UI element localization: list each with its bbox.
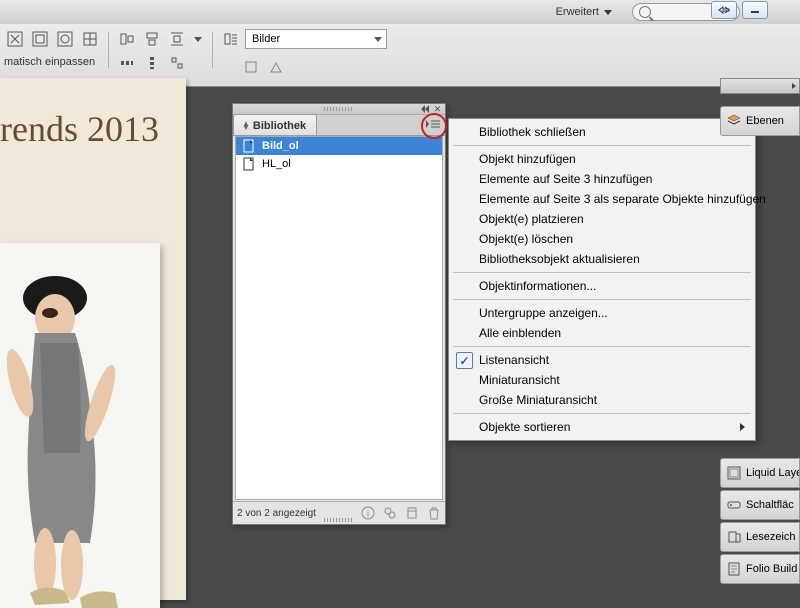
page-icon: [242, 139, 256, 153]
extra-button-2[interactable]: [265, 56, 287, 78]
align-button-1[interactable]: [116, 28, 138, 50]
align-button-3[interactable]: [166, 28, 188, 50]
align-button-2[interactable]: [141, 28, 163, 50]
page-icon: [242, 157, 256, 171]
dock-label: Liquid Laye: [746, 467, 800, 479]
svg-text:i: i: [367, 509, 369, 519]
menu-item[interactable]: Bibliotheksobjekt aktualisieren: [451, 249, 753, 269]
collapse-panel-icon[interactable]: [420, 105, 431, 114]
minimize-window-button[interactable]: [742, 1, 768, 19]
menu-item[interactable]: Elemente auf Seite 3 hinzufügen: [451, 169, 753, 189]
dock-label: Folio Build: [746, 563, 797, 575]
combo-value: Bilder: [252, 33, 280, 45]
sort-arrows-icon: ▲▼: [242, 122, 250, 130]
menu-separator: [453, 413, 751, 414]
tab-label: Bibliothek: [253, 120, 306, 132]
extra-button-1[interactable]: [240, 56, 262, 78]
workspace-label: Erweitert: [556, 6, 599, 18]
document-page[interactable]: rends 2013: [0, 78, 186, 600]
resize-grip-icon[interactable]: [324, 518, 354, 522]
filter-icon[interactable]: [383, 506, 397, 520]
buttons-icon: [726, 497, 742, 513]
right-panel-dock: Ebenen Liquid Laye Schaltfläc Lesezeich …: [720, 78, 800, 600]
page-headline: rends 2013: [0, 78, 186, 150]
chevron-down-icon: [374, 37, 382, 42]
library-tab[interactable]: ▲▼ Bibliothek: [233, 114, 317, 135]
menu-separator: [453, 299, 751, 300]
dock-item-ebenen[interactable]: Ebenen: [720, 106, 800, 136]
library-item-list[interactable]: Bild_ol HL_ol: [235, 136, 443, 500]
new-item-icon[interactable]: [405, 506, 419, 520]
placed-image[interactable]: [0, 243, 160, 608]
library-item[interactable]: HL_ol: [236, 155, 442, 173]
workspace-dropdown[interactable]: Erweitert: [546, 4, 624, 20]
align-dropdown[interactable]: [191, 28, 205, 50]
expand-arrow-icon: [792, 83, 796, 89]
restore-window-button[interactable]: [711, 1, 737, 19]
toolbar-separator: [212, 32, 213, 68]
distribute-button-1[interactable]: [116, 52, 138, 74]
fashion-model-image: [0, 243, 160, 608]
distribute-button-3[interactable]: [166, 52, 188, 74]
menu-item[interactable]: Listenansicht✓: [451, 350, 753, 370]
menu-item[interactable]: Objekt(e) löschen: [451, 229, 753, 249]
check-icon: ✓: [456, 352, 473, 369]
distribute-button-2[interactable]: [141, 52, 163, 74]
grip-icon: [324, 107, 354, 111]
menu-item[interactable]: Miniaturansicht: [451, 370, 753, 390]
dock-item-buttons[interactable]: Schaltfläc: [720, 490, 800, 520]
close-panel-icon[interactable]: ✕: [432, 105, 443, 114]
menu-separator: [453, 272, 751, 273]
menu-item[interactable]: Alle einblenden: [451, 323, 753, 343]
menu-separator: [453, 145, 751, 146]
menu-item[interactable]: Große Miniaturansicht: [451, 390, 753, 410]
panel-flyout-menu-button[interactable]: [424, 116, 442, 132]
app-top-bar: Erweitert: [0, 0, 800, 25]
fit-frame-button-4[interactable]: [79, 28, 101, 50]
auto-fit-label: matisch einpassen: [4, 52, 101, 68]
dock-collapse-bar[interactable]: [720, 78, 800, 94]
menu-item[interactable]: Objekte sortieren: [451, 417, 753, 437]
item-label: Bild_ol: [262, 140, 299, 152]
library-panel: ✕ ▲▼ Bibliothek Bild_ol HL_ol 2 von 2 an…: [232, 103, 446, 525]
fit-frame-button-2[interactable]: [29, 28, 51, 50]
info-icon[interactable]: i: [361, 506, 375, 520]
liquid-layout-icon: [726, 465, 742, 481]
panel-status-bar: 2 von 2 angezeigt i: [233, 501, 445, 524]
menu-item[interactable]: Untergruppe anzeigen...: [451, 303, 753, 323]
content-type-combo[interactable]: Bilder: [245, 29, 387, 49]
menu-item[interactable]: Objekt hinzufügen: [451, 149, 753, 169]
fit-frame-button-1[interactable]: [4, 28, 26, 50]
dock-item-bookmarks[interactable]: Lesezeich: [720, 522, 800, 552]
status-text: 2 von 2 angezeigt: [237, 508, 316, 519]
dock-label: Lesezeich: [746, 531, 796, 543]
menu-item[interactable]: Elemente auf Seite 3 als separate Objekt…: [451, 189, 753, 209]
panel-tab-row: ▲▼ Bibliothek: [233, 115, 445, 136]
chevron-down-icon: [604, 10, 612, 15]
layers-icon: [726, 113, 742, 129]
panel-flyout-menu: Bibliothek schließenObjekt hinzufügenEle…: [448, 118, 756, 441]
dock-label: Ebenen: [746, 115, 784, 127]
folio-icon: [726, 561, 742, 577]
bookmark-icon: [726, 529, 742, 545]
fit-frame-button-3[interactable]: [54, 28, 76, 50]
dock-label: Schaltfläc: [746, 499, 794, 511]
menu-item[interactable]: Objektinformationen...: [451, 276, 753, 296]
dock-item-liquid[interactable]: Liquid Laye: [720, 458, 800, 488]
toolbar-separator: [108, 32, 109, 68]
search-icon: [639, 6, 651, 18]
menu-item[interactable]: Bibliothek schließen: [451, 122, 753, 142]
item-label: HL_ol: [262, 158, 291, 170]
textwrap-icon: [220, 28, 242, 50]
dock-item-folio[interactable]: Folio Build: [720, 554, 800, 584]
trash-icon[interactable]: [427, 506, 441, 520]
menu-item[interactable]: Objekt(e) platzieren: [451, 209, 753, 229]
menu-separator: [453, 346, 751, 347]
library-item[interactable]: Bild_ol: [236, 137, 442, 155]
